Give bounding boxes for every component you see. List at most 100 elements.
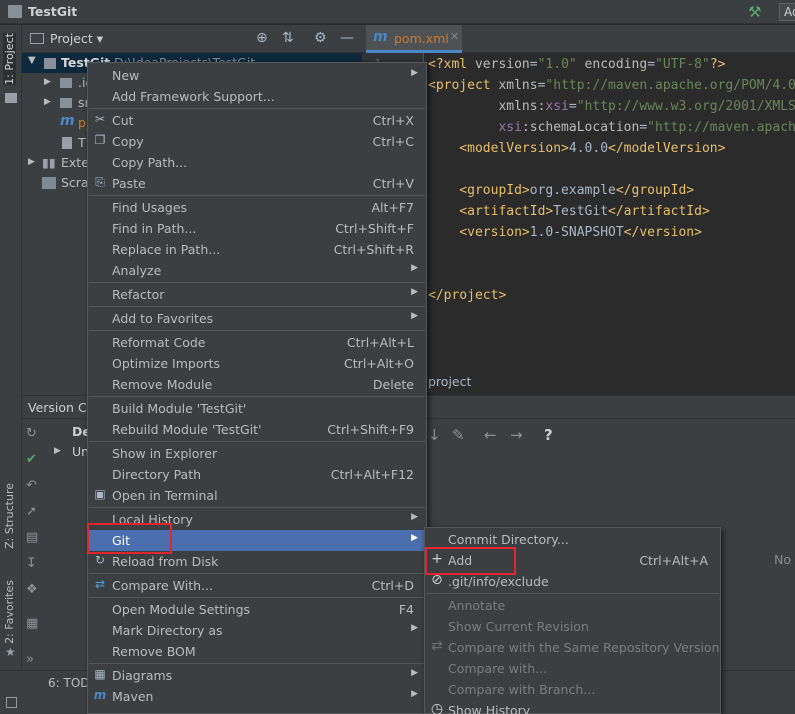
expand-all-icon[interactable]: ▦ xyxy=(26,616,44,634)
menu-item-build-module-testgit[interactable]: Build Module 'TestGit' xyxy=(88,398,426,419)
toggle-tool-windows-icon[interactable] xyxy=(6,697,17,708)
expand-arrow-icon: ▶ xyxy=(54,446,61,456)
locate-icon[interactable]: ⊕ xyxy=(256,30,268,46)
menu-item-label: Show Current Revision xyxy=(448,619,589,634)
menu-item-remove-bom[interactable]: Remove BOM xyxy=(88,641,426,662)
menu-item-add-framework-support[interactable]: Add Framework Support... xyxy=(88,86,426,107)
git-item-show-current-revision: Show Current Revision xyxy=(425,616,720,637)
code-token: "UTF-8" xyxy=(655,57,710,72)
menu-item-label: Mark Directory as xyxy=(112,623,223,638)
gear-icon[interactable]: ⚙ xyxy=(314,30,327,46)
vcs-panel-title: Version Co xyxy=(28,400,95,415)
menu-item-find-in-path[interactable]: Find in Path... Ctrl+Shift+F xyxy=(88,218,426,239)
code-token: <version> xyxy=(428,225,530,240)
menu-item-remove-module[interactable]: Remove Module Delete xyxy=(88,374,426,395)
module-folder-icon xyxy=(44,58,56,69)
tab-pom-xml[interactable]: m pom.xml ✕ xyxy=(366,25,462,53)
tab-project[interactable]: 1: Project xyxy=(3,33,16,85)
code-token: <project xyxy=(428,78,499,93)
commit-check-icon[interactable]: ✔ xyxy=(26,452,44,470)
breadcrumb[interactable]: project xyxy=(428,374,471,389)
code-token: = xyxy=(568,99,577,114)
menu-item-open-module-settings[interactable]: Open Module Settings F4 xyxy=(88,599,426,620)
close-icon[interactable]: ✕ xyxy=(450,30,459,43)
menu-item-label: .git/info/exclude xyxy=(448,574,549,589)
help-icon[interactable]: ? xyxy=(544,426,553,444)
code-token: </groupId> xyxy=(615,183,695,198)
tab-favorites[interactable]: 2: Favorites xyxy=(3,580,16,644)
menu-item-directory-path[interactable]: Directory Path Ctrl+Alt+F12 xyxy=(88,464,426,485)
arrow-left-icon[interactable]: ← xyxy=(484,426,497,444)
clock-icon: ◷ xyxy=(430,701,444,714)
more-icon[interactable]: » xyxy=(26,652,44,670)
menu-item-maven[interactable]: m Maven ▶ xyxy=(88,686,426,707)
code-token: "1.0" xyxy=(537,57,577,72)
code-token: <artifactId> xyxy=(428,204,554,219)
submenu-arrow-icon: ▶ xyxy=(411,287,418,297)
menu-separator xyxy=(89,663,425,664)
menu-item-add-to-favorites[interactable]: Add to Favorites ▶ xyxy=(88,308,426,329)
submenu-arrow-icon: ▶ xyxy=(411,623,418,633)
menu-item-cut[interactable]: ✂ Cut Ctrl+X xyxy=(88,110,426,131)
code-token: = xyxy=(647,57,656,72)
shelve-icon[interactable]: ↧ xyxy=(26,556,44,574)
menu-item-open-in-terminal[interactable]: ▣ Open in Terminal xyxy=(88,485,426,506)
scratches-icon xyxy=(42,177,56,189)
menu-item-shortcut: Ctrl+Shift+R xyxy=(333,242,414,257)
code-token: </project> xyxy=(428,288,507,303)
refresh-icon[interactable]: ↻ xyxy=(26,426,44,444)
tree-item-label: T xyxy=(78,135,86,150)
menu-item-find-usages[interactable]: Find Usages Alt+F7 xyxy=(88,197,426,218)
menu-item-label: Paste xyxy=(112,176,146,191)
tab-structure[interactable]: Z: Structure xyxy=(3,483,16,549)
diagram-icon: ▦ xyxy=(94,667,106,681)
menu-item-rebuild-module-testgit[interactable]: Rebuild Module 'TestGit' Ctrl+Shift+F9 xyxy=(88,419,426,440)
menu-item-optimize-imports[interactable]: Optimize Imports Ctrl+Alt+O xyxy=(88,353,426,374)
menu-item-copy[interactable]: ❐ Copy Ctrl+C xyxy=(88,131,426,152)
project-view-icon xyxy=(30,33,44,44)
git-item-show-history[interactable]: ◷ Show History xyxy=(425,700,720,714)
hide-icon[interactable]: — xyxy=(340,30,354,46)
code-token: "http://maven.apach xyxy=(647,120,795,135)
menu-item-show-in-explorer[interactable]: Show in Explorer xyxy=(88,443,426,464)
code-token: schemaLocation xyxy=(529,120,640,135)
compare-icon: ⇄ xyxy=(94,577,106,591)
menu-separator xyxy=(89,441,425,442)
add-configuration-button[interactable]: Ad xyxy=(779,3,795,21)
menu-item-mark-directory-as[interactable]: Mark Directory as ▶ xyxy=(88,620,426,641)
menu-item-paste[interactable]: ⎘ Paste Ctrl+V xyxy=(88,173,426,194)
menu-item-label: Refactor xyxy=(112,287,165,302)
collapse-all-icon[interactable]: ⇅ xyxy=(282,30,294,46)
code-token: "http://www.w3.org/2001/XMLS xyxy=(576,99,795,114)
move-icon[interactable]: ➚ xyxy=(26,504,44,522)
arrow-right-icon[interactable]: → xyxy=(510,426,523,444)
menu-item-reload-from-disk[interactable]: ↻ Reload from Disk xyxy=(88,551,426,572)
menu-separator xyxy=(89,330,425,331)
menu-item-new[interactable]: New ▶ xyxy=(88,65,426,86)
menu-item-label: Annotate xyxy=(448,598,506,613)
build-hammer-icon[interactable]: ⚒ xyxy=(748,3,761,21)
arrow-down-icon[interactable]: ↓ xyxy=(428,426,441,444)
menu-item-copy-path[interactable]: Copy Path... xyxy=(88,152,426,173)
menu-item-compare-with[interactable]: ⇄ Compare With... Ctrl+D xyxy=(88,575,426,596)
expand-arrow-icon: ▶ xyxy=(44,77,51,87)
menu-item-analyze[interactable]: Analyze ▶ xyxy=(88,260,426,281)
project-view-dropdown[interactable]: Project ▾ xyxy=(50,31,103,46)
code-token: xmlns xyxy=(428,99,538,114)
diff-icon[interactable]: ▤ xyxy=(26,530,44,548)
menu-item-label: Show in Explorer xyxy=(112,446,218,461)
group-icon[interactable]: ❖ xyxy=(26,582,44,600)
project-view-label: Project xyxy=(50,31,93,46)
edit-icon[interactable]: ✎ xyxy=(452,426,465,444)
menu-item-label: Reload from Disk xyxy=(112,554,219,569)
annotation-box-git xyxy=(87,523,172,554)
menu-item-label: Find Usages xyxy=(112,200,188,215)
menu-item-replace-in-path[interactable]: Replace in Path... Ctrl+Shift+R xyxy=(88,239,426,260)
project-panel-header: Project ▾ ⊕ ⇅ ⚙ — xyxy=(22,25,362,53)
menu-item-refactor[interactable]: Refactor ▶ xyxy=(88,284,426,305)
rollback-icon[interactable]: ↶ xyxy=(26,478,44,496)
menu-item-reformat-code[interactable]: Reformat Code Ctrl+Alt+L xyxy=(88,332,426,353)
menu-separator xyxy=(89,108,425,109)
menu-item-diagrams[interactable]: ▦ Diagrams ▶ xyxy=(88,665,426,686)
code-line: <?xml version="1.0" encoding="UTF-8"?> xyxy=(428,57,725,72)
